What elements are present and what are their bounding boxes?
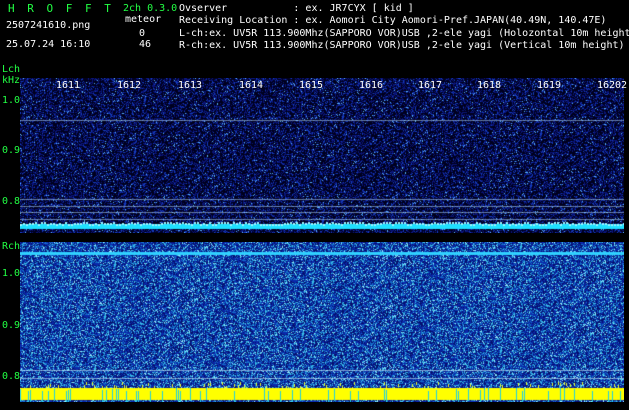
time-tick: 1614 — [239, 80, 264, 91]
lch-ytick-3: 0.8 — [2, 196, 21, 207]
time-tick: 1618 — [477, 80, 502, 91]
filename-label: 2507241610.png — [6, 20, 91, 31]
lch-meteor-count: 0 — [139, 28, 146, 39]
time-tick: 1620 — [597, 80, 622, 91]
observer-line: Ovserver : ex. JR7CYX [ kid ] — [179, 3, 414, 14]
rch-ytick-1: 1.0 — [2, 268, 21, 279]
rch-meteor-count: 46 — [139, 39, 152, 50]
meteor-label: meteor — [125, 14, 162, 25]
rch-channel-label: Rch — [2, 241, 21, 252]
app-name: H R O F F T — [8, 2, 114, 15]
rch-spectrogram — [20, 242, 624, 402]
lch-channel-label: Lch — [2, 64, 21, 75]
rch-ytick-3: 0.8 — [2, 371, 21, 382]
location-line: Receiving Location : ex. Aomori City Aom… — [179, 15, 607, 26]
time-tick: 1611 — [56, 80, 81, 91]
time-tick: 1617 — [418, 80, 443, 91]
time-tick: 1612 — [117, 80, 142, 91]
version-label: 2ch 0.3.0 — [123, 3, 178, 14]
time-tick: 1616 — [359, 80, 384, 91]
rch-ytick-2: 0.9 — [2, 320, 21, 331]
time-tick: 1619 — [537, 80, 562, 91]
rch-setup-line: R-ch:ex. UV5R 113.900Mhz(SAPPORO VOR)USB… — [179, 40, 625, 51]
time-tick: 1615 — [299, 80, 324, 91]
lch-ytick-2: 0.9 — [2, 145, 21, 156]
lch-ytick-1: 1.0 — [2, 95, 21, 106]
time-tick: 1613 — [178, 80, 203, 91]
time-tick: 2 — [621, 80, 628, 91]
lch-spectrogram — [20, 78, 624, 233]
datetime-label: 25.07.24 16:10 — [6, 39, 91, 50]
lch-unit-label: kHz — [2, 75, 21, 86]
lch-setup-line: L-ch:ex. UV5R 113.900Mhz(SAPPORO VOR)USB… — [179, 28, 629, 39]
